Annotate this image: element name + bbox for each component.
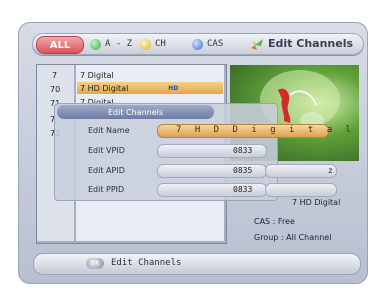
- edit-ppid-value: 0833: [233, 185, 253, 194]
- ok-key-icon: OK: [86, 258, 104, 269]
- channel-number: 7: [52, 70, 58, 80]
- channel-name: 7 HD Digital: [80, 83, 129, 93]
- edit-apid-value: 0835: [233, 166, 253, 175]
- filter-ch-button[interactable]: CH: [140, 37, 166, 51]
- preview-channel-name: 7 HD Digital: [292, 198, 341, 207]
- page-title: Edit Channels: [268, 37, 354, 50]
- edit-apid-extra-value: z: [328, 166, 333, 175]
- bottom-help-bar: [33, 253, 361, 275]
- filter-all-button[interactable]: ALL: [36, 36, 84, 54]
- edit-apid-label: Edit APID: [88, 166, 125, 175]
- edit-channels-icon: [251, 39, 263, 50]
- filter-cas-label: CAS: [207, 39, 224, 49]
- dialog-title: Edit Channels: [57, 105, 214, 119]
- channel-list-item[interactable]: 7 Digital: [80, 69, 222, 81]
- blue-key-icon: [192, 38, 203, 50]
- edit-vpid-value: 0833: [233, 146, 253, 155]
- bottom-help-label: Edit Channels: [111, 258, 182, 268]
- yellow-key-icon: [140, 38, 151, 50]
- filter-ch-label: CH: [155, 39, 166, 49]
- channel-number: 70: [50, 84, 61, 94]
- group-status: Group : All Channel: [254, 233, 332, 242]
- edit-ppid-label: Edit PPID: [88, 185, 125, 194]
- channel-list-item-selected[interactable]: 7 HD Digital HD: [77, 82, 223, 94]
- filter-az-label: A - Z: [105, 39, 133, 49]
- edit-vpid-label: Edit VPID: [88, 146, 125, 155]
- edit-name-label: Edit Name: [88, 126, 130, 135]
- edit-apid-extra-field: [265, 164, 337, 178]
- filter-cas-button[interactable]: CAS: [192, 37, 223, 51]
- green-key-icon: [90, 38, 101, 50]
- edit-name-value: 7 H D D i g i t a l: [176, 125, 355, 135]
- channel-name: 7 Digital: [80, 70, 114, 80]
- hd-badge: HD: [168, 84, 179, 92]
- edit-ppid-extra-field: [265, 183, 337, 197]
- cas-status: CAS : Free: [254, 217, 295, 226]
- filter-az-button[interactable]: A - Z: [90, 37, 132, 51]
